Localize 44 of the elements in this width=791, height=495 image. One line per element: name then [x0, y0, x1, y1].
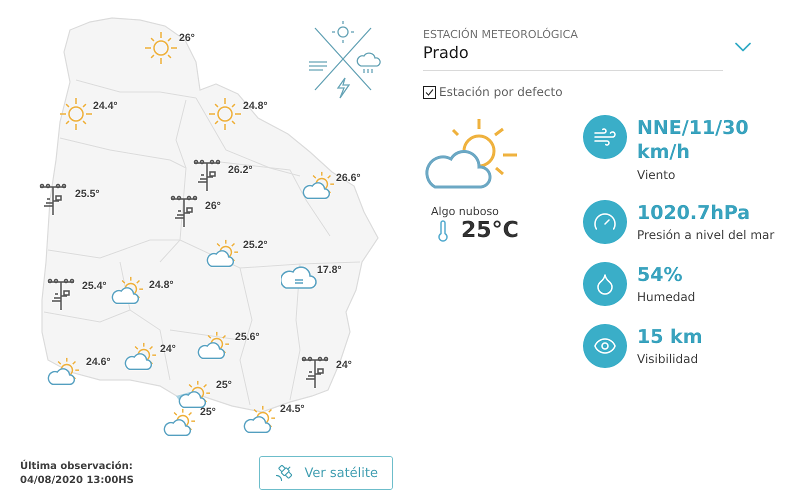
condition-text: Algo nuboso — [431, 205, 500, 218]
stat-value: 54% — [637, 264, 684, 288]
weather-station-icon — [300, 356, 330, 390]
stat-label: Viento — [637, 168, 676, 182]
stat-value: 1020.7hPa — [637, 202, 752, 226]
station-select-value: Prado — [423, 43, 470, 62]
stat-value: 15 km — [637, 326, 702, 350]
temperature-label: 24.6° — [86, 356, 111, 368]
sun-icon — [207, 96, 243, 132]
stat-label: Presión a nivel del mar — [637, 228, 774, 242]
sun-icon — [143, 30, 179, 66]
weather-station-icon — [192, 159, 222, 193]
sun-icon — [58, 96, 94, 132]
stat-label: Visibilidad — [637, 352, 700, 366]
temperature-label: 25.6° — [235, 331, 260, 343]
temperature-label: 26.2° — [228, 164, 253, 176]
temperature-label: 24.8° — [243, 100, 268, 112]
last-observation-label: Última observación: — [20, 460, 134, 472]
temperature-label: 24.4° — [93, 100, 118, 112]
temperature-label: 24.8° — [149, 279, 174, 291]
temperature-label: 24.5° — [280, 403, 305, 415]
temperature-label: 24° — [160, 343, 176, 355]
checkbox-label: Estación por defecto — [439, 85, 563, 99]
temperature-label: 24° — [336, 359, 352, 371]
satellite-icon — [274, 463, 294, 483]
weather-station-icon — [38, 183, 68, 217]
temperature-label: 25.5° — [75, 188, 100, 200]
station-select-label: ESTACIÓN METEOROLÓGICA — [423, 28, 579, 41]
temperature-label: 25° — [200, 406, 216, 418]
temperature-label: 26.6° — [336, 172, 361, 184]
temperature-label: 25.2° — [243, 239, 268, 251]
temperature-label: 26° — [179, 32, 195, 44]
temperature-label: 26° — [205, 200, 221, 212]
stat-value: NNE/11/30 km/h — [637, 117, 750, 164]
weather-station-icon — [46, 278, 76, 312]
station-select[interactable]: ESTACIÓN METEOROLÓGICA Prado — [423, 28, 723, 71]
weather-station-icon — [169, 195, 199, 229]
last-observation-time: 04/08/2020 13:00HS — [20, 474, 134, 486]
temperature-label: 25° — [216, 379, 232, 391]
current-temperature: 25°C — [461, 218, 519, 243]
temperature-label: 25.4° — [82, 280, 107, 292]
temperature-label: 17.8° — [317, 264, 342, 276]
stat-label: Humedad — [637, 290, 696, 304]
default-station-checkbox[interactable] — [423, 86, 436, 98]
